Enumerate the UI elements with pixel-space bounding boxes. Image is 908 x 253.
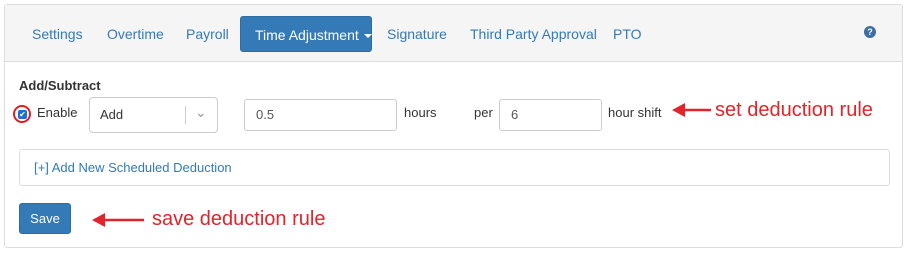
amount-unit-label: hours xyxy=(404,105,437,120)
tab-payroll[interactable]: Payroll xyxy=(186,16,229,52)
section-title: Add/Subtract xyxy=(19,78,101,93)
chevron-down-icon: ⌄ xyxy=(195,104,207,120)
tab-bar: Settings Overtime Payroll Time Adjustmen… xyxy=(5,5,902,62)
operation-select-value: Add xyxy=(100,107,124,122)
tab-settings[interactable]: Settings xyxy=(32,16,83,52)
enable-checkbox-highlight: ✔ xyxy=(13,105,31,123)
set-rule-annotation: set deduction rule xyxy=(715,99,873,121)
set-rule-arrow-icon xyxy=(672,103,711,117)
operation-select[interactable]: Add ⌄ xyxy=(89,97,218,133)
enable-checkbox[interactable]: ✔ xyxy=(18,110,27,119)
tab-overtime[interactable]: Overtime xyxy=(107,16,164,52)
tab-time-adjustment-label: Time Adjustment xyxy=(255,27,359,43)
save-rule-annotation: save deduction rule xyxy=(152,208,326,230)
tab-signature[interactable]: Signature xyxy=(387,16,447,52)
tab-time-adjustment[interactable]: Time Adjustment xyxy=(240,16,372,52)
tab-pto[interactable]: PTO xyxy=(613,16,642,52)
amount-input[interactable]: 0.5 xyxy=(244,99,397,131)
scheduled-deduction-box: [+] Add New Scheduled Deduction xyxy=(19,149,890,186)
save-button[interactable]: Save xyxy=(19,203,71,234)
add-scheduled-deduction-link[interactable]: [+] Add New Scheduled Deduction xyxy=(34,150,232,185)
shift-unit-label: hour shift xyxy=(608,105,662,120)
shift-hours-input[interactable]: 6 xyxy=(499,99,602,131)
caret-down-icon xyxy=(363,34,372,39)
save-rule-arrow-icon xyxy=(92,213,144,227)
per-label: per xyxy=(474,105,493,120)
tab-third-party-approval[interactable]: Third Party Approval xyxy=(470,16,597,52)
time-adjustment-panel: Settings Overtime Payroll Time Adjustmen… xyxy=(4,4,903,248)
select-separator xyxy=(185,106,186,124)
help-icon[interactable]: ? xyxy=(864,26,876,38)
enable-label: Enable xyxy=(37,105,78,120)
